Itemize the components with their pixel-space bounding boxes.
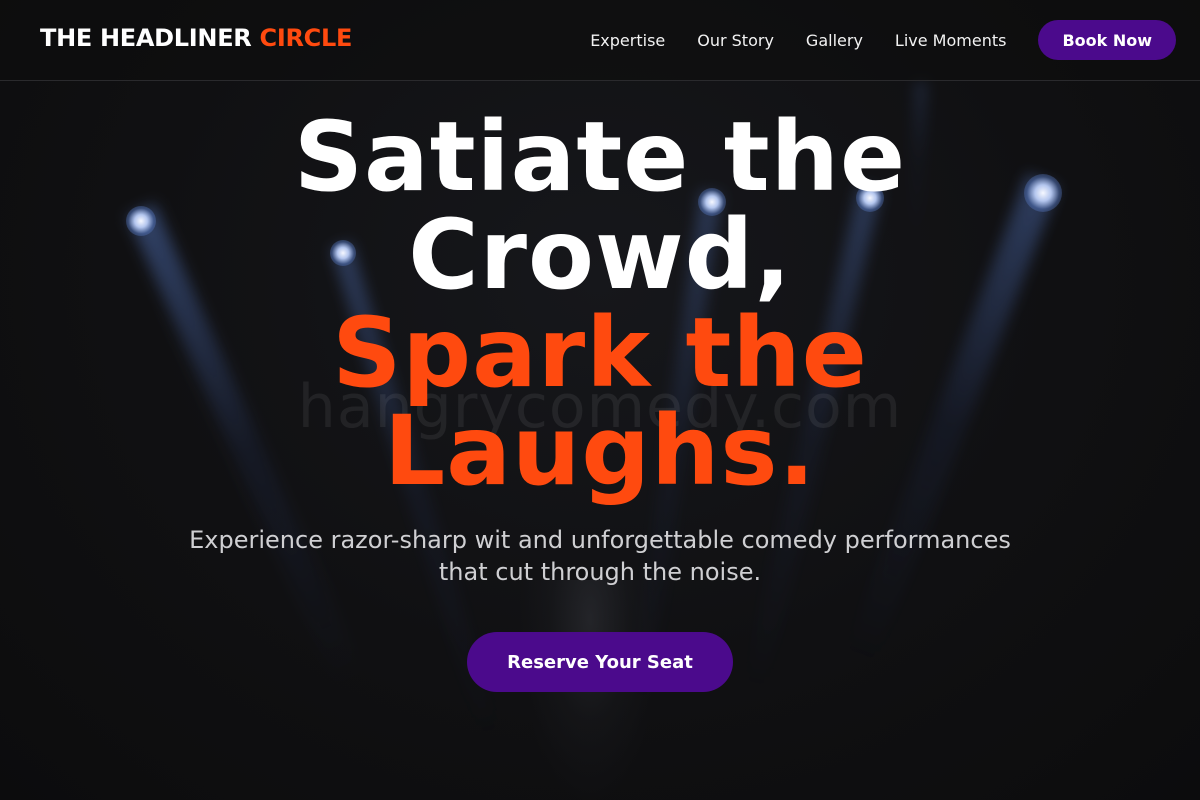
subtitle-line-2: that cut through the noise. (438, 558, 762, 586)
brand-name-part1: THE HEADLINER (40, 24, 252, 52)
nav-link-live-moments[interactable]: Live Moments (895, 31, 1007, 50)
subtitle-line-1: Experience razor-sharp wit and unforgett… (189, 526, 1011, 554)
book-now-button[interactable]: Book Now (1038, 20, 1176, 60)
reserve-seat-button[interactable]: Reserve Your Seat (467, 632, 733, 692)
headline-line-4: Laughs. (384, 395, 816, 507)
brand-name-part2: CIRCLE (259, 24, 353, 52)
headline-line-1: Satiate the (293, 101, 907, 213)
site-header: THE HEADLINER CIRCLE Expertise Our Story… (0, 0, 1200, 81)
cta-container: Reserve Your Seat (0, 632, 1200, 692)
nav-link-our-story[interactable]: Our Story (697, 31, 774, 50)
hero-headline: Satiate the Crowd, Spark the Laughs. (0, 108, 1200, 500)
hero-subtitle: Experience razor-sharp wit and unforgett… (0, 524, 1200, 588)
headline-line-3: Spark the (332, 297, 868, 409)
brand-logo[interactable]: THE HEADLINER CIRCLE (40, 24, 352, 52)
main-nav: Expertise Our Story Gallery Live Moments… (590, 20, 1176, 60)
headline-line-2: Crowd, (408, 199, 792, 311)
nav-link-expertise[interactable]: Expertise (590, 31, 665, 50)
nav-link-gallery[interactable]: Gallery (806, 31, 863, 50)
hero-section: Satiate the Crowd, Spark the Laughs. Exp… (0, 108, 1200, 692)
